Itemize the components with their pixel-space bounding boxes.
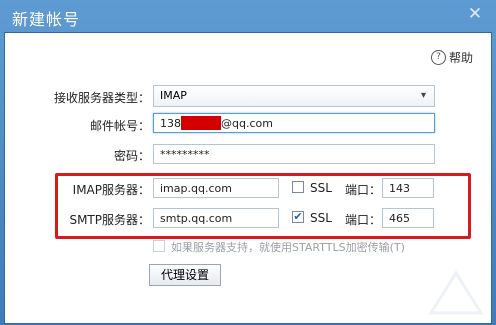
- title-bar: 新建帐号 ✕: [0, 0, 496, 32]
- proxy-settings-button[interactable]: 代理设置: [149, 264, 221, 286]
- dialog-body: ? 帮助 接收服务器类型： IMAP ▾ 邮件帐号： 138 @qq.com 密码…: [4, 32, 492, 324]
- watermark-logo: [428, 270, 484, 315]
- starttls-label: 如果服务器支持，就使用STARTTLS加密传输(T): [171, 241, 405, 254]
- server-type-value: IMAP: [160, 89, 187, 102]
- server-type-label: 接收服务器类型：: [53, 91, 150, 105]
- smtp-port-input[interactable]: 465: [382, 208, 434, 228]
- imap-port-value: 143: [389, 182, 410, 195]
- account-input[interactable]: 138 @qq.com: [153, 113, 435, 133]
- smtp-label: SMTP服务器：: [69, 213, 150, 227]
- smtp-port-label: 端口：: [345, 213, 382, 227]
- account-suffix: @qq.com: [221, 117, 273, 130]
- password-label: 密码：: [113, 149, 150, 163]
- password-value: *********: [160, 148, 210, 161]
- account-prefix: 138: [160, 117, 181, 130]
- smtp-server-input[interactable]: smtp.qq.com: [153, 208, 279, 228]
- imap-server-input[interactable]: imap.qq.com: [153, 178, 279, 198]
- help-label: 帮助: [448, 51, 473, 65]
- help-link[interactable]: ? 帮助: [430, 49, 473, 66]
- imap-ssl-checkbox[interactable]: [292, 181, 304, 193]
- password-input[interactable]: *********: [153, 144, 435, 164]
- smtp-port-value: 465: [389, 212, 410, 225]
- server-type-select[interactable]: IMAP ▾: [153, 85, 435, 107]
- redaction-mark: [181, 116, 221, 130]
- chevron-down-icon: ▾: [420, 90, 426, 101]
- imap-port-label: 端口：: [345, 183, 382, 197]
- checkmark-icon: ✔: [293, 210, 303, 223]
- help-circle-icon: ?: [430, 50, 446, 65]
- starttls-checkbox[interactable]: [153, 240, 165, 252]
- imap-port-input[interactable]: 143: [382, 178, 434, 198]
- dialog-window: 新建帐号 ✕ ? 帮助 接收服务器类型： IMAP ▾ 邮件帐号： 138 @qq…: [0, 0, 496, 325]
- smtp-ssl-checkbox[interactable]: ✔: [292, 211, 304, 223]
- smtp-ssl-label: SSL: [310, 211, 332, 225]
- imap-label: IMAP服务器：: [72, 183, 150, 197]
- account-label: 邮件帐号：: [89, 119, 150, 133]
- window-title: 新建帐号: [12, 10, 81, 29]
- smtp-server-value: smtp.qq.com: [160, 212, 233, 225]
- close-icon[interactable]: ✕: [466, 5, 484, 23]
- imap-ssl-label: SSL: [310, 181, 332, 195]
- imap-server-value: imap.qq.com: [160, 182, 232, 195]
